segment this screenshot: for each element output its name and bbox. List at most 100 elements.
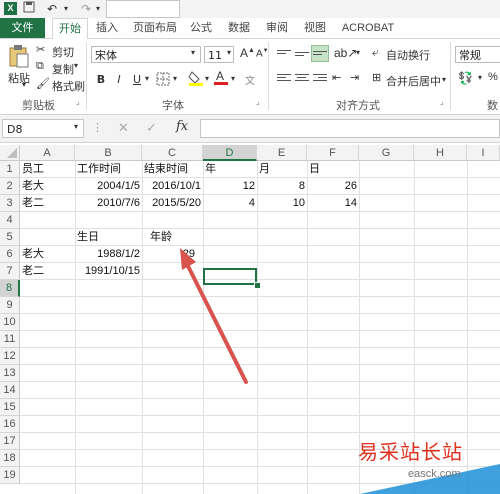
tab-insert[interactable]: 插入	[92, 18, 122, 38]
formula-input[interactable]	[200, 119, 500, 138]
quick-access-box[interactable]	[106, 0, 180, 18]
cell-b3[interactable]: 2010/7/6	[75, 195, 142, 212]
cell-a6[interactable]: 老大	[20, 246, 75, 263]
align-middle-icon[interactable]	[295, 48, 309, 60]
font-size-dropdown-icon[interactable]: ▾	[227, 48, 231, 57]
tab-home[interactable]: 开始	[52, 18, 88, 40]
wrap-text-button[interactable]: 自动换行	[386, 47, 430, 63]
alignment-launcher-icon[interactable]: ⌟	[440, 97, 444, 106]
merge-center-icon[interactable]: ⊞	[372, 71, 381, 84]
clipboard-launcher-icon[interactable]: ⌟	[76, 97, 80, 106]
save-icon[interactable]	[22, 1, 36, 17]
cell-e1[interactable]: 月	[257, 161, 307, 178]
cell-c1[interactable]: 结束时间	[142, 161, 203, 178]
number-format-select[interactable]: 常规	[455, 46, 500, 63]
cell-e2[interactable]: 8	[257, 178, 307, 195]
row-header[interactable]: 1	[0, 161, 20, 178]
tab-page-layout[interactable]: 页面布局	[130, 18, 180, 38]
cancel-icon[interactable]: ✕	[118, 120, 129, 136]
tab-formulas[interactable]: 公式	[186, 18, 216, 38]
accounting-dropdown-icon[interactable]: ▾	[478, 73, 482, 82]
column-header-c[interactable]: C	[142, 145, 203, 161]
row-header[interactable]: 5	[0, 229, 20, 246]
align-right-icon[interactable]	[313, 72, 327, 84]
cell-d1[interactable]: 年	[203, 161, 257, 178]
underline-button[interactable]: U	[129, 72, 145, 88]
orientation-icon[interactable]: ab↗	[334, 46, 357, 60]
paste-dropdown-icon[interactable]: ▾	[22, 80, 26, 89]
merge-dropdown-icon[interactable]: ▾	[442, 75, 446, 84]
row-header[interactable]: 17	[0, 433, 20, 450]
decrease-indent-icon[interactable]: ⇤	[332, 71, 341, 84]
bold-button[interactable]: B	[93, 72, 109, 88]
name-box[interactable]: D8	[2, 119, 84, 138]
font-name-select[interactable]: 宋体	[91, 46, 201, 63]
shrink-font-button[interactable]: A▼	[256, 48, 269, 59]
align-center-icon[interactable]	[295, 72, 309, 84]
tab-file[interactable]: 文件	[0, 18, 45, 38]
italic-button[interactable]: I	[111, 72, 127, 88]
cell-a1[interactable]: 员工	[20, 161, 75, 178]
column-header-b[interactable]: B	[75, 145, 142, 161]
cell-b2[interactable]: 2004/1/5	[75, 178, 142, 195]
copy-button[interactable]: 复制	[52, 61, 74, 77]
cut-button[interactable]: 剪切	[52, 44, 74, 60]
percent-icon[interactable]: %	[488, 71, 498, 83]
underline-dropdown-icon[interactable]: ▾	[145, 74, 149, 83]
fill-color-icon[interactable]	[188, 70, 204, 89]
tab-acrobat[interactable]: ACROBAT	[338, 18, 398, 38]
row-header[interactable]: 3	[0, 195, 20, 212]
font-launcher-icon[interactable]: ⌟	[256, 97, 260, 106]
select-all-corner[interactable]	[0, 145, 20, 161]
row-header[interactable]: 14	[0, 382, 20, 399]
cell-c3[interactable]: 2015/5/20	[142, 195, 203, 212]
borders-dropdown-icon[interactable]: ▾	[173, 74, 177, 83]
column-header-h[interactable]: H	[414, 145, 467, 161]
cell-f1[interactable]: 日	[307, 161, 359, 178]
row-header[interactable]: 18	[0, 450, 20, 467]
insert-function-icon[interactable]: fx	[176, 119, 188, 134]
cell-b5[interactable]: 生日	[75, 229, 142, 246]
font-color-icon[interactable]: A	[213, 69, 229, 89]
cell-a3[interactable]: 老二	[20, 195, 75, 212]
cell-e3[interactable]: 10	[257, 195, 307, 212]
align-bottom-button[interactable]	[311, 45, 329, 62]
cut-icon[interactable]: ✂	[36, 43, 45, 56]
orientation-dropdown-icon[interactable]: ▾	[356, 48, 360, 57]
undo-icon[interactable]: ↶	[44, 1, 60, 17]
grow-font-button[interactable]: A▲	[240, 46, 255, 60]
enter-icon[interactable]: ✓	[146, 120, 157, 136]
paste-icon[interactable]	[8, 44, 30, 71]
row-header[interactable]: 12	[0, 348, 20, 365]
cell-f2[interactable]: 26	[307, 178, 359, 195]
row-header[interactable]: 9	[0, 297, 20, 314]
name-box-dropdown-icon[interactable]: ▾	[74, 122, 78, 131]
qa-dropdown-icon[interactable]: ▾	[94, 1, 102, 17]
cell-a7[interactable]: 老二	[20, 263, 75, 280]
row-header[interactable]: 15	[0, 399, 20, 416]
phonetic-icon[interactable]: 文	[245, 72, 255, 87]
fill-color-dropdown-icon[interactable]: ▾	[205, 74, 209, 83]
cell-d3[interactable]: 4	[203, 195, 257, 212]
row-header[interactable]: 4	[0, 212, 20, 229]
align-left-icon[interactable]	[277, 72, 291, 84]
column-header-i[interactable]: I	[467, 145, 500, 161]
cell-b7[interactable]: 1991/10/15	[75, 263, 142, 280]
copy-icon[interactable]: ⧉	[36, 60, 44, 73]
wrap-text-icon[interactable]: ⤶	[372, 45, 379, 60]
cell-b6[interactable]: 1988/1/2	[75, 246, 142, 263]
row-header[interactable]: 7	[0, 263, 20, 280]
column-header-a[interactable]: A	[20, 145, 75, 161]
column-header-e[interactable]: E	[257, 145, 307, 161]
cell-b1[interactable]: 工作时间	[75, 161, 142, 178]
accounting-format-icon[interactable]: 💱	[458, 71, 473, 85]
font-color-dropdown-icon[interactable]: ▾	[231, 74, 235, 83]
cell-a2[interactable]: 老大	[20, 178, 75, 195]
cell-d2[interactable]: 12	[203, 178, 257, 195]
cell-c2[interactable]: 2016/10/1	[142, 178, 203, 195]
undo-dropdown-icon[interactable]: ▾	[62, 1, 70, 17]
paste-button[interactable]: 粘贴	[8, 70, 30, 86]
tab-review[interactable]: 审阅	[262, 18, 292, 38]
format-painter-icon[interactable]: 🖌	[36, 77, 50, 90]
tab-data[interactable]: 数据	[224, 18, 254, 38]
